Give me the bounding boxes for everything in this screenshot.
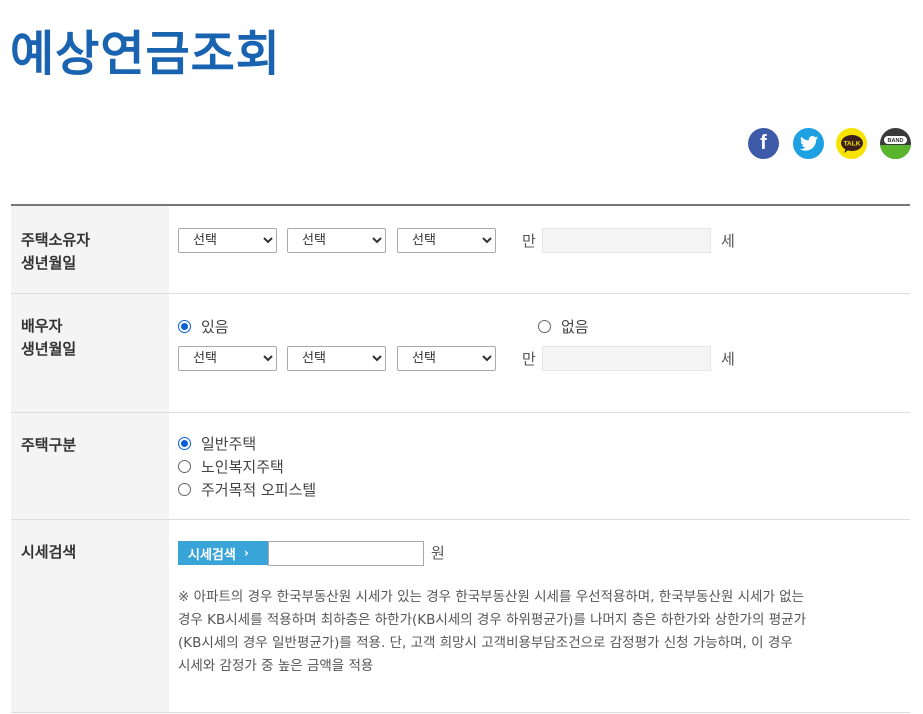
band-icon: BAND: [880, 136, 911, 159]
spouse-birth-month-select[interactable]: 선택: [287, 346, 386, 371]
spouse-age-prefix: 만: [522, 350, 536, 368]
owner-birth-row: 주택소유자 생년월일 선택 선택 선택 만 세: [11, 206, 910, 294]
price-input[interactable]: [268, 541, 424, 566]
price-search-button[interactable]: 시세검색 ›: [178, 541, 268, 565]
house-type-radio-general[interactable]: 일반주택: [178, 433, 256, 454]
spouse-birth-year-select[interactable]: 선택: [178, 346, 277, 371]
spouse-no-radio[interactable]: 없음: [538, 316, 589, 337]
radio-unselected-icon: [178, 460, 191, 473]
spouse-yes-radio[interactable]: 있음: [178, 316, 229, 337]
spouse-age-field: [542, 346, 711, 371]
radio-unselected-icon: [538, 320, 551, 333]
owner-birth-year-select[interactable]: 선택: [178, 228, 277, 253]
radio-selected-icon: [178, 437, 191, 450]
owner-birth-day-select[interactable]: 선택: [397, 228, 496, 253]
kakaotalk-share-button[interactable]: TALK: [836, 128, 867, 159]
spouse-birth-label: 배우자 생년월일: [11, 294, 169, 412]
price-search-label: 시세검색: [11, 520, 169, 712]
page-title: 예상연금조회: [10, 26, 281, 82]
house-type-label: 주택구분: [11, 413, 169, 519]
pension-form: 주택소유자 생년월일 선택 선택 선택 만 세 배우자 생년월일 있음 없음 선…: [11, 204, 910, 713]
twitter-icon: [799, 136, 818, 151]
house-type-row: 주택구분 일반주택 노인복지주택 주거목적 오피스텔: [11, 413, 910, 520]
owner-birth-label: 주택소유자 생년월일: [11, 206, 169, 293]
house-type-radio-officetel[interactable]: 주거목적 오피스텔: [178, 479, 316, 500]
owner-age-suffix: 세: [721, 232, 735, 250]
twitter-share-button[interactable]: [793, 128, 824, 159]
chevron-right-icon: ›: [243, 546, 249, 560]
svg-text:BAND: BAND: [888, 138, 904, 144]
price-note: ※ 아파트의 경우 한국부동산원 시세가 있는 경우 한국부동산원 시세를 우선…: [178, 589, 807, 674]
owner-age-prefix: 만: [522, 232, 536, 250]
facebook-share-button[interactable]: f: [748, 128, 779, 159]
spouse-birth-day-select[interactable]: 선택: [397, 346, 496, 371]
spouse-birth-row: 배우자 생년월일 있음 없음 선택 선택 선택 만 세: [11, 294, 910, 413]
band-share-button[interactable]: BAND: [880, 128, 911, 159]
svg-text:TALK: TALK: [843, 140, 860, 147]
facebook-icon: f: [760, 132, 767, 154]
owner-age-field: [542, 228, 711, 253]
price-search-row: 시세검색 시세검색 › 원 ※ 아파트의 경우 한국부동산원 시세가 있는 경우…: [11, 520, 910, 713]
kakaotalk-icon: TALK: [840, 134, 863, 153]
price-unit: 원: [431, 544, 445, 562]
owner-birth-month-select[interactable]: 선택: [287, 228, 386, 253]
spouse-age-suffix: 세: [721, 350, 735, 368]
house-type-radio-senior-welfare[interactable]: 노인복지주택: [178, 456, 284, 477]
radio-unselected-icon: [178, 483, 191, 496]
radio-selected-icon: [178, 320, 191, 333]
